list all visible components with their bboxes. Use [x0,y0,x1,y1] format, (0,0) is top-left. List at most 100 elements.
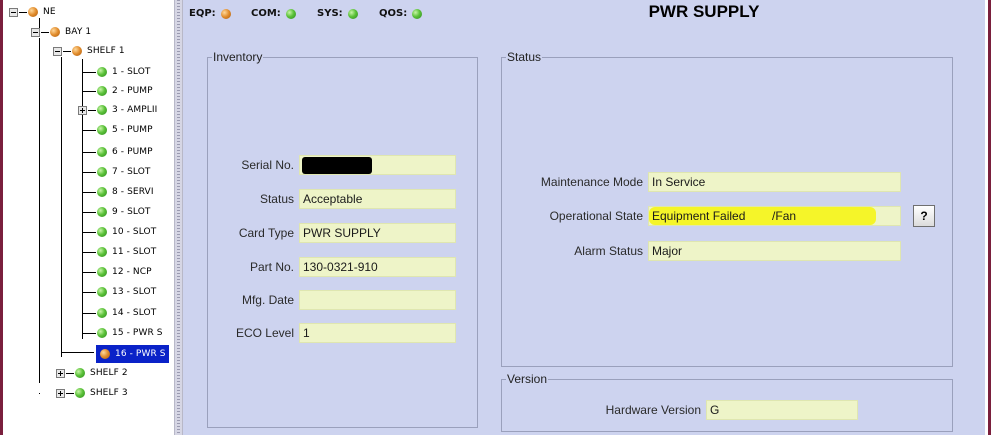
tree-node-shelf-3[interactable]: SHELF 3 [56,384,128,402]
tree-connector [66,392,74,394]
tree-node-slot-3[interactable]: 3 - AMPLII [78,101,157,119]
tree-node-slot-5[interactable]: 5 - PUMP [82,121,153,139]
collapse-icon[interactable] [9,7,18,17]
card-type-field[interactable]: PWR SUPPLY [299,223,456,243]
tree-node-slot-1[interactable]: 1 - SLOT [82,63,150,81]
tree-connector [82,129,96,131]
tree-node-label: 14 - SLOT [112,308,157,318]
status-field[interactable]: Acceptable [299,189,456,209]
tree-node-ne[interactable]: NE [9,3,56,21]
tree-node-label: 11 - SLOT [112,247,157,257]
tree-node-label: 5 - PUMP [112,125,153,135]
eco-level-field[interactable]: 1 [299,323,456,343]
status-led-icon [75,368,85,378]
card-type-label: Card Type [238,226,294,240]
tree-node-slot-14[interactable]: 14 - SLOT [82,304,156,322]
expand-icon[interactable] [56,388,65,398]
status-legend: Status [507,50,542,64]
part-no-field[interactable]: 130-0321-910 [299,257,456,277]
tree-node-label: 7 - SLOT [112,167,151,177]
status-led-icon [97,167,107,177]
operational-field[interactable]: Equipment Failed /Fan [648,206,901,226]
tree-node-slot-9[interactable]: 9 - SLOT [82,203,150,221]
tree-node-label: BAY 1 [65,27,92,37]
tree-node-slot-7[interactable]: 7 - SLOT [82,163,150,181]
status-led-icon [75,388,85,398]
tree-connector [63,50,71,52]
tree-connector [66,372,74,374]
status-led-icon [97,187,107,197]
tree-node-label: SHELF 1 [87,46,125,56]
mfg-date-label: Mfg. Date [241,293,294,307]
tree-node-bay-1[interactable]: BAY 1 [31,23,91,41]
version-legend: Version [507,372,548,386]
operational-highlight: Equipment Failed /Fan [649,207,876,225]
part-no-row: Part No. 130-0321-910 [207,257,456,277]
collapse-icon[interactable] [31,27,40,37]
serial-label: Serial No. [241,158,294,172]
inventory-legend: Inventory [213,50,263,64]
status-led-icon [97,105,107,115]
maintenance-field[interactable]: In Service [648,172,901,192]
tree-node-slot-13[interactable]: 13 - SLOT [82,283,156,301]
tree-connector [82,90,96,92]
tree-node-label: 1 - SLOT [112,67,151,77]
status-led-icon [72,46,82,56]
tree-connector [82,251,96,253]
tree-node-label: 6 - PUMP [112,147,153,157]
collapse-icon[interactable] [53,46,62,56]
tree-connector [88,109,96,111]
tree-node-slot-15[interactable]: 15 - PWR S [82,324,163,342]
hardware-version-field[interactable]: G [706,400,858,420]
status-led-icon [97,287,107,297]
tree-node-slot-12[interactable]: 12 - NCP [82,263,152,281]
expand-icon[interactable] [56,368,65,378]
tree-node-slot-10[interactable]: 10 - SLOT [82,223,156,241]
tree-connector [82,211,96,213]
mfg-date-field[interactable] [299,290,456,310]
tree-line [62,352,94,353]
tree-connector [19,11,27,13]
operational-label: Operational State [549,209,643,223]
serial-field[interactable] [299,155,456,175]
help-button[interactable]: ? [913,205,935,227]
redaction-block [302,157,372,174]
tree-node-shelf-1[interactable]: SHELF 1 [53,42,125,60]
splitter-handle[interactable] [174,0,183,435]
tree-line [39,38,40,383]
status-row: Status Acceptable [207,189,456,209]
tree-node-label: 12 - NCP [112,267,152,277]
tree-node-label: 8 - SERVI [112,187,154,197]
status-led-icon [97,227,107,237]
tree-connector [82,271,96,273]
tree-node-label: 13 - SLOT [112,287,157,297]
tree-node-label: 2 - PUMP [112,86,153,96]
status-led-icon [97,308,107,318]
status-led-icon [97,125,107,135]
tree-node-slot-2[interactable]: 2 - PUMP [82,82,153,100]
tree-connector [82,291,96,293]
equipment-tree[interactable]: NE BAY 1 SHELF 1 1 - SLOT 2 - PUMP 3 - A… [3,0,174,435]
tree-node-slot-6[interactable]: 6 - PUMP [82,143,153,161]
tree-node-label: NE [43,7,56,17]
eco-level-label: ECO Level [235,326,294,340]
status-led-icon [97,147,107,157]
tree-connector [82,332,96,334]
status-led-icon [97,86,107,96]
tree-node-shelf-2[interactable]: SHELF 2 [56,364,128,382]
detail-panel: EQP: COM: SYS: QOS: PWR SUPPLY Inventory… [183,0,985,435]
tree-node-slot-11[interactable]: 11 - SLOT [82,243,156,261]
tree-node-slot-16-selected[interactable]: 16 - PWR S [96,345,169,363]
tree-connector [82,191,96,193]
tree-node-slot-8[interactable]: 8 - SERVI [82,183,154,201]
alarm-row: Alarm Status Major [501,241,901,261]
status-led-icon [97,67,107,77]
status-led-icon [100,349,110,359]
tree-node-label: 15 - PWR S [112,328,163,338]
page-title: PWR SUPPLY [648,2,760,21]
hardware-version-label: Hardware Version [605,403,701,417]
tree-node-label: 10 - SLOT [112,227,157,237]
operational-row: Operational State Equipment Failed /Fan [501,206,901,226]
alarm-field[interactable]: Major [648,241,901,261]
expand-icon[interactable] [78,105,87,115]
